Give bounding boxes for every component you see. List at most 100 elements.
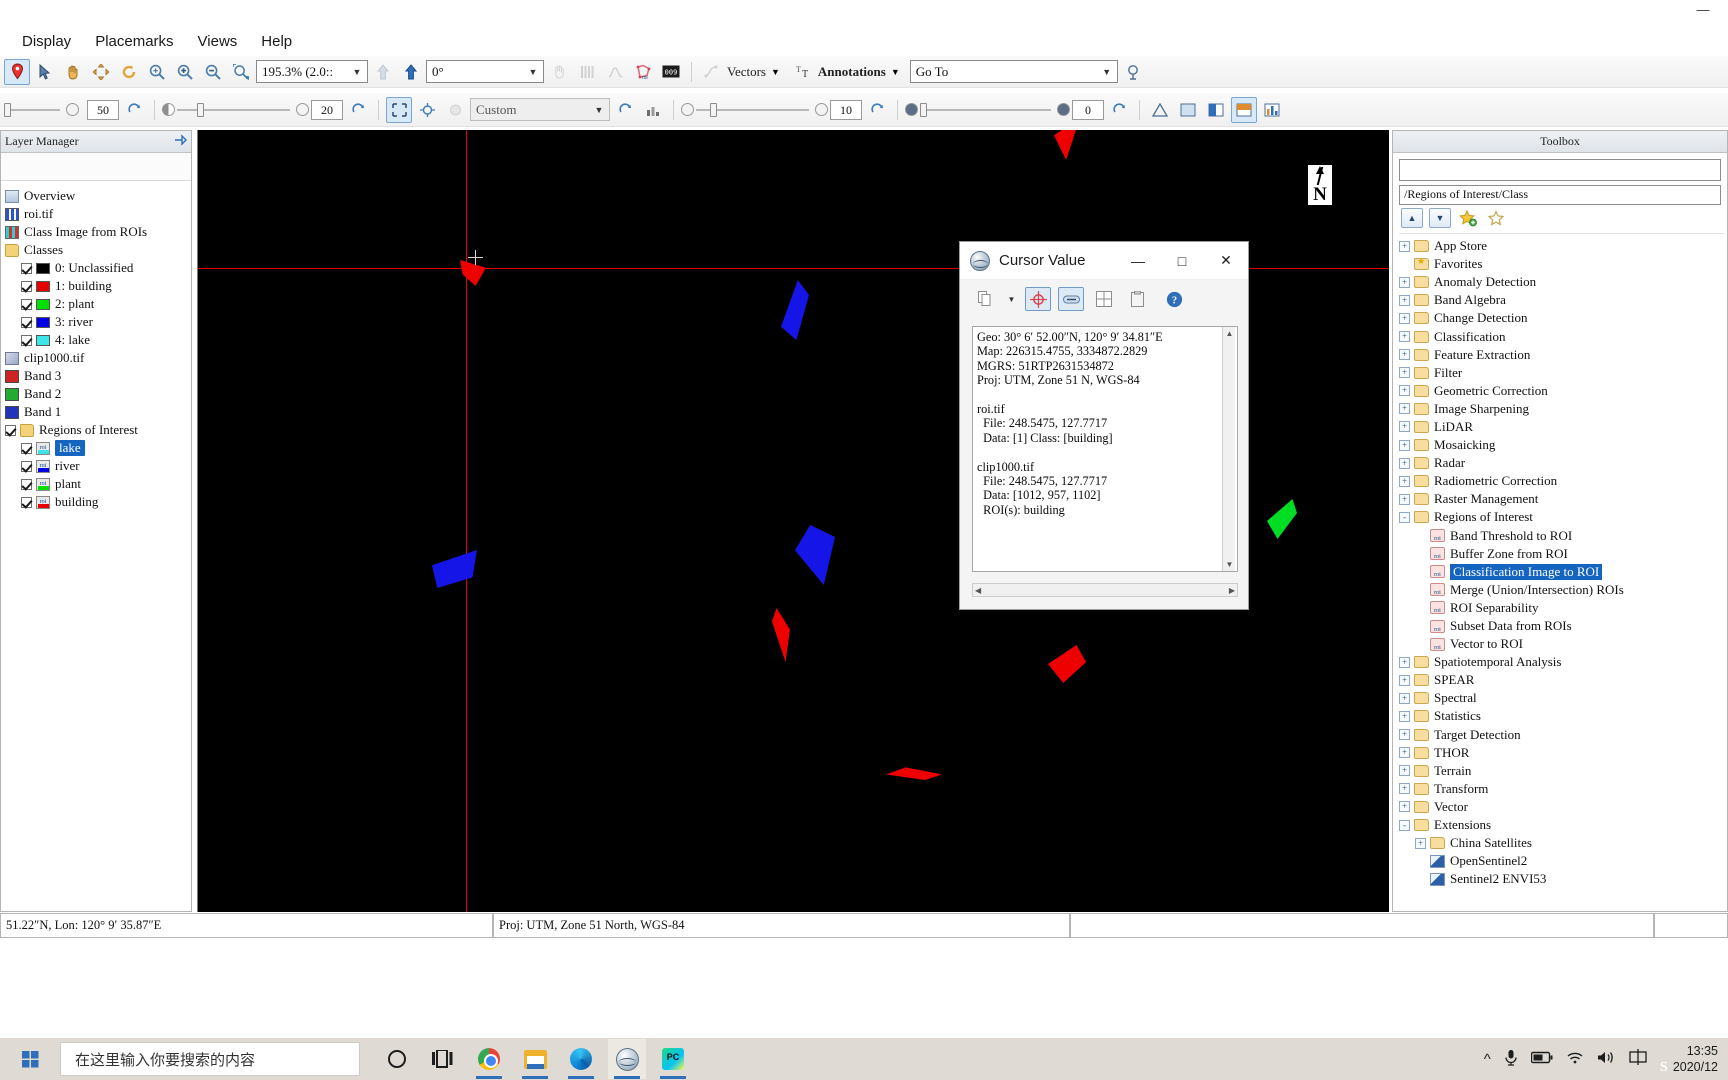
expand-down-icon[interactable]: ▼ — [1429, 208, 1451, 228]
expand-node-icon[interactable]: + — [1399, 729, 1410, 741]
expand-node-icon[interactable]: + — [1399, 385, 1410, 397]
sharpen-value[interactable]: 10 — [830, 99, 862, 120]
expand-node-icon[interactable]: + — [1399, 656, 1410, 668]
cursor-value-hscrollbar[interactable]: ◀ ▶ — [972, 583, 1238, 597]
zoom-out-icon[interactable] — [200, 59, 226, 85]
zoom-level-combo[interactable]: 195.3% (2.0:: ▼ — [256, 60, 368, 83]
layer-node[interactable]: Class Image from ROIs — [3, 223, 189, 241]
toolbox-node[interactable]: + Radar — [1399, 454, 1725, 472]
layer-checkbox[interactable] — [21, 262, 32, 274]
window-minimize-button[interactable]: — — [1692, 3, 1714, 20]
menu-display[interactable]: Display — [10, 29, 83, 54]
ime-icon[interactable] — [1629, 1048, 1647, 1070]
expand-node-icon[interactable]: + — [1399, 674, 1410, 686]
show-hidden-icons-icon[interactable]: ^ — [1484, 1051, 1491, 1068]
layer-checkbox[interactable] — [21, 298, 32, 310]
toolbox-node[interactable]: + Radiometric Correction — [1399, 472, 1725, 490]
vectors-label[interactable]: Vectors — [727, 64, 766, 80]
expand-node-icon[interactable]: + — [1399, 276, 1410, 288]
cursor-value-vscrollbar[interactable]: ▲ ▼ — [1222, 327, 1235, 571]
vectors-dropdown-icon[interactable]: ▼ — [768, 67, 788, 77]
favorite-star-icon[interactable] — [1485, 208, 1507, 228]
roi-tool-icon[interactable]: roi — [630, 59, 656, 85]
layer-node[interactable]: river — [3, 457, 189, 475]
pycharm-icon[interactable] — [654, 1039, 692, 1079]
layer-node[interactable]: 2: plant — [3, 295, 189, 313]
toolbox-node[interactable]: + Target Detection — [1399, 726, 1725, 744]
zoom-fit-icon[interactable] — [144, 59, 170, 85]
link-icon[interactable] — [1058, 287, 1084, 311]
crosshair-target-icon[interactable] — [1025, 287, 1051, 311]
copy-icon[interactable] — [972, 287, 998, 311]
expand-node-icon[interactable]: + — [1399, 801, 1410, 813]
portal-icon[interactable] — [1147, 97, 1173, 123]
chevron-down-icon[interactable]: ▼ — [525, 67, 541, 77]
toolbox-node[interactable]: + Feature Extraction — [1399, 346, 1725, 364]
scroll-left-icon[interactable]: ◀ — [975, 586, 981, 595]
taskbar-search-input[interactable]: 在这里输入你要搜索的内容 — [60, 1042, 360, 1076]
cursor-value-maximize-button[interactable]: □ — [1160, 242, 1204, 279]
brightness-value[interactable]: 20 — [311, 99, 343, 120]
zoom-region-icon[interactable] — [228, 59, 254, 85]
toolbox-node[interactable]: Buffer Zone from ROI — [1399, 545, 1725, 563]
layer-checkbox[interactable] — [21, 280, 32, 292]
pan-hand-icon[interactable] — [60, 59, 86, 85]
toolbox-node[interactable]: Vector to ROI — [1399, 635, 1725, 653]
layer-node[interactable]: lake — [3, 439, 189, 457]
expand-node-icon[interactable]: + — [1399, 493, 1410, 505]
cursor-value-close-button[interactable]: ✕ — [1204, 242, 1248, 279]
chrome-icon[interactable] — [470, 1039, 508, 1079]
toolbox-node[interactable]: + Anomaly Detection — [1399, 273, 1725, 291]
stretch-refresh-icon[interactable] — [612, 97, 638, 123]
zoom-in-icon[interactable] — [172, 59, 198, 85]
volume-icon[interactable] — [1597, 1050, 1616, 1069]
layer-node[interactable]: roi.tif — [3, 205, 189, 223]
layer-checkbox[interactable] — [21, 460, 32, 472]
pixel-locator-icon[interactable]: 009 — [658, 59, 684, 85]
collapse-node-icon[interactable]: - — [1399, 819, 1410, 831]
expand-node-icon[interactable]: + — [1399, 294, 1410, 306]
collapse-node-icon[interactable]: - — [1399, 511, 1410, 523]
expand-node-icon[interactable]: + — [1399, 747, 1410, 759]
layer-node[interactable]: Band 1 — [3, 403, 189, 421]
clipboard-icon[interactable] — [1124, 287, 1150, 311]
expand-node-icon[interactable]: + — [1399, 783, 1410, 795]
toolbox-node[interactable]: Band Threshold to ROI — [1399, 527, 1725, 545]
layer-node[interactable]: Band 2 — [3, 385, 189, 403]
toolbox-node[interactable]: + LiDAR — [1399, 418, 1725, 436]
file-explorer-icon[interactable] — [516, 1039, 554, 1079]
chevron-down-icon[interactable]: ▼ — [591, 105, 607, 115]
taskbar-clock[interactable]: 13:35 2020/12 — [1673, 1043, 1718, 1075]
grid-icon[interactable] — [1091, 287, 1117, 311]
expand-node-icon[interactable]: + — [1399, 765, 1410, 777]
expand-node-icon[interactable]: + — [1399, 240, 1410, 252]
up-arrow-icon[interactable] — [370, 59, 396, 85]
expand-node-icon[interactable]: + — [1399, 312, 1410, 324]
stretch-region-icon[interactable] — [414, 97, 440, 123]
sharpen-reset-icon[interactable] — [864, 97, 890, 123]
brightness-slider[interactable] — [177, 102, 309, 117]
rotation-combo[interactable]: 0° ▼ — [426, 60, 544, 83]
layer-node[interactable]: clip1000.tif — [3, 349, 189, 367]
toolbox-node[interactable]: + Image Sharpening — [1399, 400, 1725, 418]
sharpen-slider[interactable] — [696, 102, 828, 117]
toolbox-node[interactable]: + Raster Management — [1399, 490, 1725, 508]
spectral-profile-icon[interactable] — [602, 59, 628, 85]
annotations-dropdown-icon[interactable]: ▼ — [888, 67, 908, 77]
add-favorite-icon[interactable] — [1457, 208, 1479, 228]
layer-node[interactable]: 0: Unclassified — [3, 259, 189, 277]
toolbox-node[interactable]: + THOR — [1399, 744, 1725, 762]
expand-node-icon[interactable]: + — [1399, 349, 1410, 361]
cursor-value-titlebar[interactable]: Cursor Value — □ ✕ — [960, 242, 1248, 280]
toolbox-node[interactable]: + Terrain — [1399, 762, 1725, 780]
contrast-slider[interactable] — [920, 102, 1070, 117]
expand-node-icon[interactable]: + — [1399, 331, 1410, 343]
vectors-icon[interactable] — [699, 59, 725, 85]
toolbox-node[interactable]: + Statistics — [1399, 707, 1725, 725]
glove-icon[interactable] — [546, 59, 572, 85]
contrast-reset-icon[interactable] — [1106, 97, 1132, 123]
cortana-icon[interactable] — [378, 1039, 416, 1079]
scroll-up-icon[interactable]: ▲ — [1223, 327, 1236, 340]
cursor-value-dialog[interactable]: Cursor Value — □ ✕ ▼ ? Geo: 30° 6′ 52.00… — [959, 241, 1249, 610]
envi-icon[interactable] — [608, 1039, 646, 1079]
